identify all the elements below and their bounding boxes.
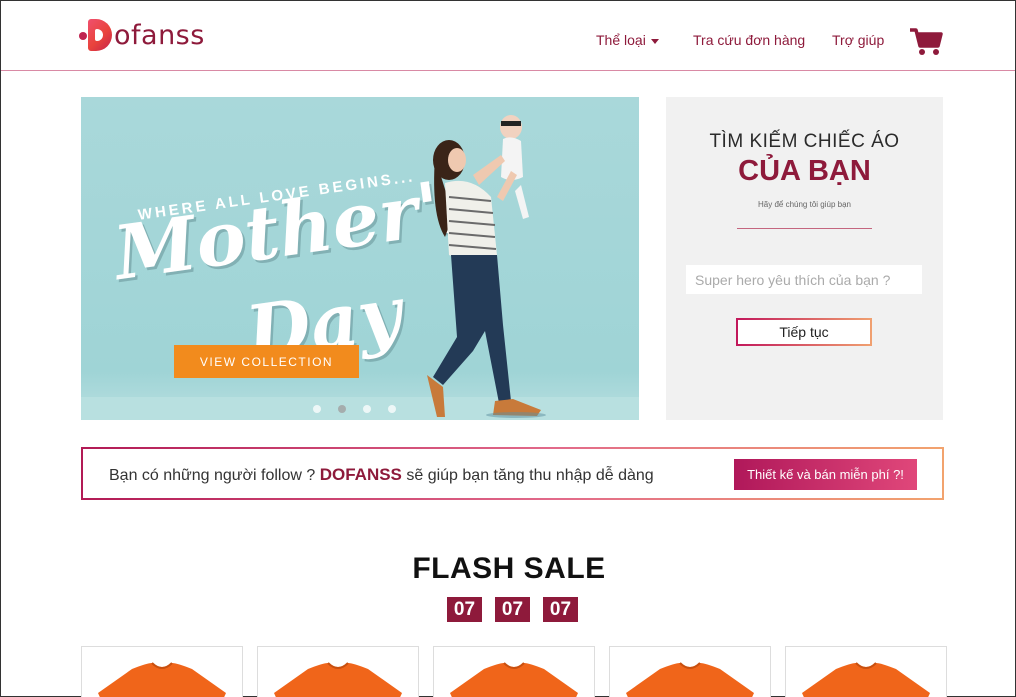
tshirt-icon xyxy=(98,662,226,697)
promo-text-after: sẽ giúp bạn tăng thu nhập dễ dàng xyxy=(406,467,654,484)
flash-sale-title: FLASH SALE xyxy=(412,552,606,585)
carousel-dot-active[interactable] xyxy=(338,405,346,413)
search-input[interactable] xyxy=(686,265,922,294)
nav-order-lookup[interactable]: Tra cứu đơn hàng xyxy=(693,32,805,48)
product-card[interactable] xyxy=(785,646,947,697)
product-card[interactable] xyxy=(433,646,595,697)
flash-sale-countdown: 07 07 07 xyxy=(447,597,578,622)
logo[interactable]: ofanss xyxy=(79,15,205,55)
logo-mark-icon xyxy=(79,17,113,53)
view-collection-button[interactable]: VIEW COLLECTION xyxy=(174,345,359,378)
countdown-minutes: 07 xyxy=(495,597,530,622)
carousel-dot[interactable] xyxy=(313,405,321,413)
tshirt-icon xyxy=(802,662,930,697)
product-card[interactable] xyxy=(81,646,243,697)
countdown-seconds: 07 xyxy=(543,597,578,622)
promo-brand: DOFANSS xyxy=(319,465,402,484)
product-card[interactable] xyxy=(609,646,771,697)
design-sell-free-button[interactable]: Thiết kế và bán miễn phí ?! xyxy=(734,459,917,490)
product-card[interactable] xyxy=(257,646,419,697)
tshirt-icon xyxy=(450,662,578,697)
promo-bar: Bạn có những người follow ? DOFANSS sẽ g… xyxy=(81,447,944,500)
hero-banner[interactable]: WHERE ALL LOVE BEGINS... Mother's Day VI… xyxy=(81,97,639,420)
site-header: ofanss Thể loại Tra cứu đơn hàng Trợ giú… xyxy=(1,1,1015,71)
mother-baby-illustration xyxy=(427,115,546,418)
caret-down-icon xyxy=(650,38,659,44)
nav-categories[interactable]: Thể loại xyxy=(596,32,659,48)
search-title-line1: TÌM KIẾM CHIẾC ÁO xyxy=(709,131,900,152)
carousel-dots xyxy=(313,405,396,413)
logo-text: ofanss xyxy=(114,19,205,51)
promo-text: Bạn có những người follow ? DOFANSS sẽ g… xyxy=(109,465,654,485)
divider xyxy=(737,228,872,229)
cart-icon[interactable] xyxy=(909,27,943,57)
search-subtitle: Hãy để chúng tôi giúp bạn xyxy=(758,200,851,209)
product-list xyxy=(81,646,947,697)
continue-button[interactable]: Tiếp tục xyxy=(736,318,872,346)
search-panel: TÌM KIẾM CHIẾC ÁO CỦA BẠN Hãy để chúng t… xyxy=(666,97,943,420)
nav-help[interactable]: Trợ giúp xyxy=(832,32,884,48)
search-title-line2: CỦA BẠN xyxy=(738,155,871,187)
carousel-dot[interactable] xyxy=(363,405,371,413)
countdown-hours: 07 xyxy=(447,597,482,622)
tshirt-icon xyxy=(274,662,402,697)
nav-categories-label: Thể loại xyxy=(596,32,646,48)
promo-text-before: Bạn có những người follow ? xyxy=(109,467,316,484)
carousel-dot[interactable] xyxy=(388,405,396,413)
tshirt-icon xyxy=(626,662,754,697)
